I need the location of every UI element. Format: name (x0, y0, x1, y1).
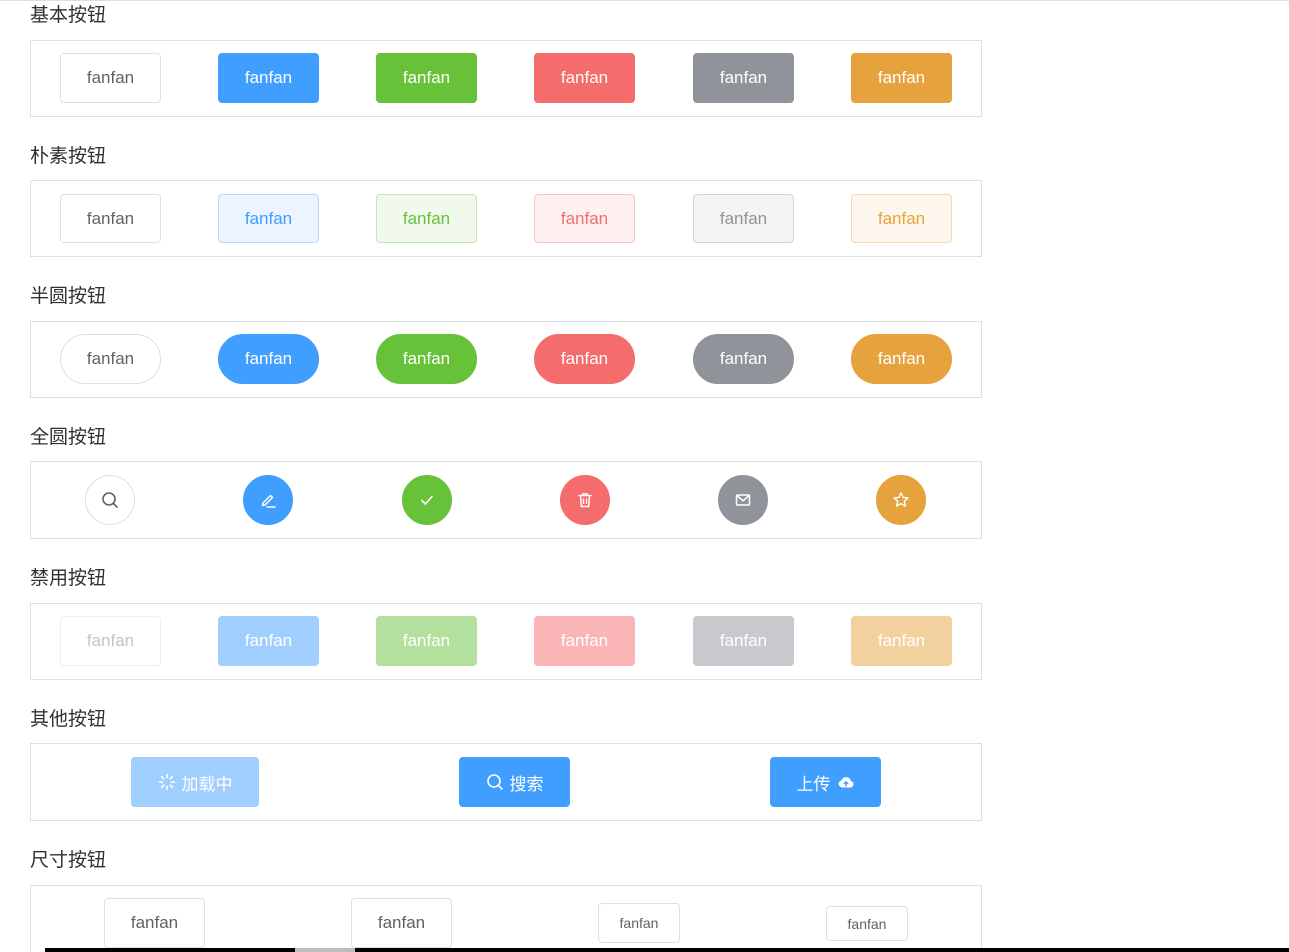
search-button[interactable]: 搜索 (459, 757, 570, 807)
plain-warning-button[interactable]: fanfan (851, 194, 952, 243)
plain-info-button[interactable]: fanfan (693, 194, 794, 243)
disabled-success-button: fanfan (376, 616, 477, 666)
disabled-warning-button: fanfan (851, 616, 952, 666)
circle-star-button[interactable] (876, 475, 926, 525)
upload-button-label: 上传 (796, 774, 831, 794)
round-buttons-panel: fanfan fanfan fanfan fanfan fanfan fanfa… (30, 321, 982, 398)
loading-icon (158, 773, 176, 791)
horizontal-scrollbar[interactable] (45, 948, 1289, 952)
circle-delete-button[interactable] (560, 475, 610, 525)
size-buttons-panel: fanfan fanfan fanfan fanfan (30, 885, 982, 952)
basic-success-button[interactable]: fanfan (376, 53, 477, 103)
round-danger-button[interactable]: fanfan (534, 334, 635, 384)
size-small-button[interactable]: fanfan (598, 903, 680, 943)
loading-button: 加载中 (131, 757, 259, 807)
disabled-info-button: fanfan (693, 616, 794, 666)
size-default-button[interactable]: fanfan (104, 898, 205, 948)
upload-cloud-icon (837, 773, 855, 791)
circle-edit-button[interactable] (243, 475, 293, 525)
edit-icon (259, 491, 277, 509)
basic-primary-button[interactable]: fanfan (218, 53, 319, 103)
disabled-danger-button: fanfan (534, 616, 635, 666)
basic-default-button[interactable]: fanfan (60, 53, 161, 103)
size-medium-button[interactable]: fanfan (351, 898, 452, 948)
search-icon (486, 773, 504, 791)
basic-info-button[interactable]: fanfan (693, 53, 794, 103)
circle-buttons-panel (30, 461, 982, 539)
plain-default-button[interactable]: fanfan (60, 194, 161, 243)
basic-buttons-panel: fanfan fanfan fanfan fanfan fanfan fanfa… (30, 40, 982, 117)
scrollbar-thumb[interactable] (295, 948, 355, 952)
loading-button-label: 加载中 (181, 774, 233, 794)
plain-buttons-panel: fanfan fanfan fanfan fanfan fanfan fanfa… (30, 180, 982, 257)
delete-icon (576, 491, 594, 509)
search-icon (101, 491, 119, 509)
disabled-buttons-panel: fanfan fanfan fanfan fanfan fanfan fanfa… (30, 603, 982, 680)
disabled-default-button: fanfan (60, 616, 161, 666)
section-title-other: 其他按钮 (30, 708, 107, 730)
upload-button[interactable]: 上传 (770, 757, 881, 807)
search-button-label: 搜索 (509, 774, 544, 794)
round-primary-button[interactable]: fanfan (218, 334, 319, 384)
round-warning-button[interactable]: fanfan (851, 334, 952, 384)
round-success-button[interactable]: fanfan (376, 334, 477, 384)
section-title-basic: 基本按钮 (30, 4, 107, 26)
plain-primary-button[interactable]: fanfan (218, 194, 319, 243)
star-icon (892, 491, 910, 509)
other-buttons-panel: 加载中 搜索 上传 (30, 743, 982, 821)
circle-search-button[interactable] (85, 475, 135, 525)
section-title-size: 尺寸按钮 (30, 849, 107, 871)
check-icon (418, 491, 436, 509)
basic-warning-button[interactable]: fanfan (851, 53, 952, 103)
plain-danger-button[interactable]: fanfan (534, 194, 635, 243)
round-default-button[interactable]: fanfan (60, 334, 161, 384)
circle-check-button[interactable] (402, 475, 452, 525)
section-title-round: 半圆按钮 (30, 285, 107, 307)
section-title-plain: 朴素按钮 (30, 145, 107, 167)
top-divider (0, 0, 1289, 1)
circle-message-button[interactable] (718, 475, 768, 525)
basic-danger-button[interactable]: fanfan (534, 53, 635, 103)
message-icon (734, 491, 752, 509)
disabled-primary-button: fanfan (218, 616, 319, 666)
size-mini-button[interactable]: fanfan (826, 906, 908, 941)
section-title-disabled: 禁用按钮 (30, 567, 107, 589)
section-title-circle: 全圆按钮 (30, 426, 107, 448)
plain-success-button[interactable]: fanfan (376, 194, 477, 243)
round-info-button[interactable]: fanfan (693, 334, 794, 384)
